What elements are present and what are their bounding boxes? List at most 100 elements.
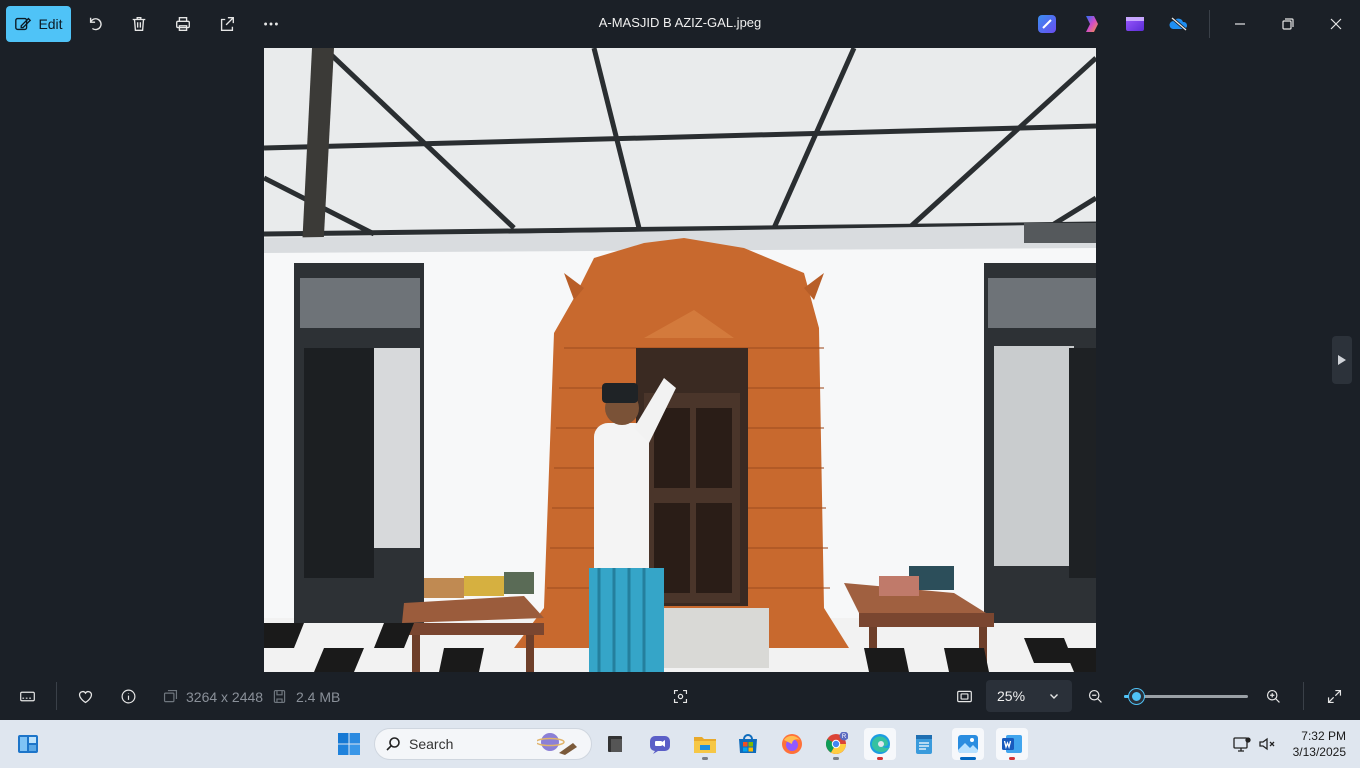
top-toolbar: Edit A-MASJID B AZIZ-GAL.jpeg: [0, 0, 1360, 48]
taskbar-search[interactable]: Search: [374, 728, 592, 760]
word-button[interactable]: [996, 728, 1028, 760]
firefox-button[interactable]: [776, 728, 808, 760]
edit-icon: [15, 17, 32, 31]
restore-icon: [1282, 18, 1294, 30]
fullscreen-button[interactable]: [1324, 686, 1344, 706]
clipchamp-icon: [1126, 17, 1144, 31]
running-indicator: [833, 757, 839, 760]
file-explorer-icon: [694, 737, 716, 753]
zoom-dropdown[interactable]: 25%: [986, 680, 1072, 712]
window-title: A-MASJID B AZIZ-GAL.jpeg: [598, 15, 762, 30]
designer-icon: [1038, 15, 1056, 33]
print-icon: [176, 17, 190, 31]
focus-icon: [673, 689, 687, 703]
notepad-icon: [916, 735, 932, 754]
search-highlight-icon: [537, 733, 577, 755]
volume-icon: [1259, 737, 1275, 751]
bottom-divider-2: [1303, 682, 1304, 710]
zoom-value: 25%: [997, 688, 1026, 704]
search-placeholder: Search: [409, 736, 454, 752]
search-icon: [386, 737, 400, 751]
zoom-in-button[interactable]: [1263, 686, 1283, 706]
rotate-button[interactable]: [84, 12, 108, 36]
close-icon: [1330, 18, 1342, 30]
task-view-button[interactable]: [599, 728, 631, 760]
photo-image: [264, 48, 1096, 672]
chat-button[interactable]: [644, 728, 676, 760]
edge-button[interactable]: [864, 728, 896, 760]
filesize-icon: [269, 686, 289, 706]
info-icon: [121, 689, 135, 703]
start-button[interactable]: [333, 728, 365, 760]
print-button[interactable]: [171, 12, 195, 36]
zoom-out-icon: [1088, 689, 1102, 703]
bottom-divider: [56, 682, 57, 710]
more-button[interactable]: [259, 12, 283, 36]
running-indicator: [702, 757, 708, 760]
delete-button[interactable]: [127, 12, 151, 36]
clipchamp-button[interactable]: [1124, 13, 1146, 35]
edge-icon: [870, 734, 890, 754]
store-button[interactable]: [732, 728, 764, 760]
windows-taskbar: Search R 7:32 PM 3/13/2025: [0, 720, 1360, 768]
photos-icon: [958, 735, 978, 754]
photo-canvas[interactable]: [264, 48, 1096, 672]
filmstrip-button[interactable]: [17, 686, 37, 706]
onedrive-icon: [1169, 16, 1188, 32]
rotate-icon: [89, 17, 102, 31]
bottom-toolbar: 3264 x 2448 2.4 MB 25%: [0, 672, 1360, 720]
zoom-slider-thumb[interactable]: [1129, 689, 1145, 704]
chrome-button[interactable]: R: [820, 728, 852, 760]
delete-icon: [132, 17, 146, 31]
notepad-button[interactable]: [908, 728, 940, 760]
running-indicator: [1009, 757, 1015, 760]
fit-icon: [956, 690, 972, 702]
volume-button[interactable]: [1251, 728, 1283, 760]
next-photo-button[interactable]: [1332, 336, 1352, 384]
word-icon: [1002, 735, 1022, 753]
svg-text:R: R: [842, 734, 847, 740]
share-icon: [220, 17, 234, 31]
favorite-icon: [78, 690, 92, 703]
start-icon: [338, 733, 360, 755]
filmstrip-icon: [19, 691, 35, 701]
toolbar-divider: [1209, 10, 1210, 38]
photos-button[interactable]: [952, 728, 984, 760]
minimize-icon: [1235, 23, 1245, 25]
task-view-icon: [608, 736, 622, 752]
focus-button[interactable]: [670, 686, 690, 706]
photos-app-window: Edit A-MASJID B AZIZ-GAL.jpeg 3264 x 244…: [0, 0, 1360, 720]
chrome-icon: R: [825, 732, 848, 754]
chevron-down-icon: [1050, 694, 1058, 699]
more-icon: [264, 22, 278, 26]
fit-button[interactable]: [954, 686, 974, 706]
store-icon: [739, 734, 757, 753]
clock-time: 7:32 PM: [1301, 729, 1346, 743]
edit-label: Edit: [38, 16, 63, 32]
share-button[interactable]: [215, 12, 239, 36]
onedrive-button[interactable]: [1168, 13, 1190, 35]
info-button[interactable]: [118, 686, 138, 706]
minimize-button[interactable]: [1230, 14, 1250, 34]
copilot-button[interactable]: [1081, 13, 1103, 35]
clock-date: 3/13/2025: [1292, 745, 1346, 759]
taskbar-clock[interactable]: 7:32 PM 3/13/2025: [1284, 728, 1346, 760]
fullscreen-icon: [1327, 689, 1341, 703]
next-icon: [1338, 355, 1346, 365]
network-icon: [1233, 737, 1251, 752]
dimensions-icon: [160, 686, 180, 706]
file-explorer-button[interactable]: [689, 728, 721, 760]
widgets-button[interactable]: [12, 728, 44, 760]
restore-button[interactable]: [1278, 14, 1298, 34]
running-indicator: [877, 757, 883, 760]
zoom-out-button[interactable]: [1085, 686, 1105, 706]
edit-button[interactable]: Edit: [6, 6, 71, 42]
firefox-icon: [782, 734, 802, 754]
designer-button[interactable]: [1036, 13, 1058, 35]
favorite-button[interactable]: [75, 686, 95, 706]
copilot-icon: [1086, 16, 1098, 32]
close-button[interactable]: [1326, 14, 1346, 34]
file-size: 2.4 MB: [296, 689, 341, 705]
zoom-in-icon: [1266, 689, 1280, 703]
zoom-slider[interactable]: [1124, 689, 1248, 704]
